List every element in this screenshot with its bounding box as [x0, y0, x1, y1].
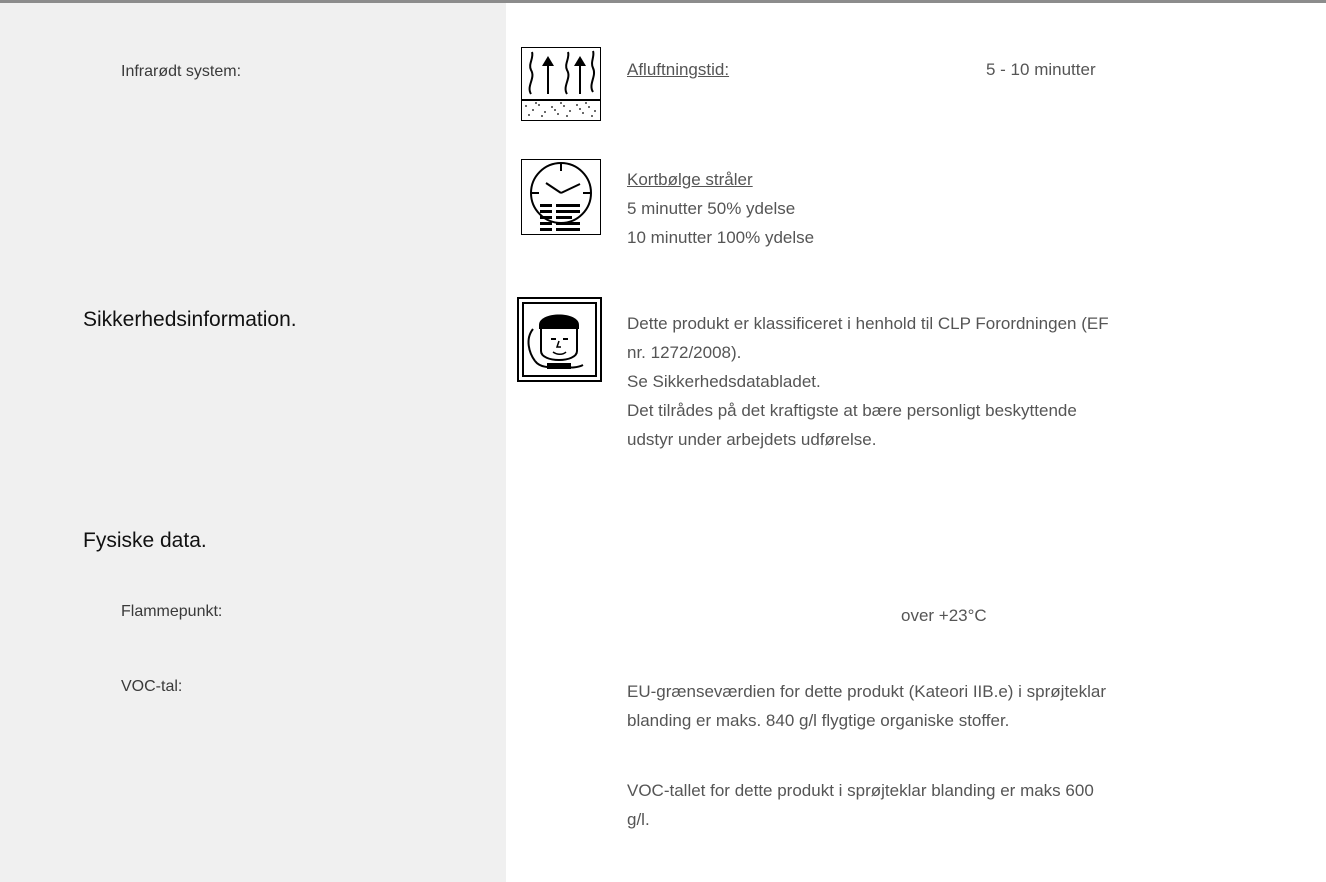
safety-text-line: Det tilrådes på det kraftigste at bære p… [627, 401, 1077, 420]
voc-text-line: blanding er maks. 840 g/l flygtige organ… [627, 711, 1010, 730]
flash-off-time-title: Afluftningstid: [627, 60, 730, 79]
flashpoint-value: over +23°C [901, 606, 987, 625]
short-wave-line: 5 minutter 50% ydelse [627, 199, 796, 218]
safety-text-line: nr. 1272/2008). [627, 343, 742, 362]
infrared-system-label: Infrarødt system: [121, 63, 242, 80]
flashpoint-label: Flammepunkt: [121, 603, 223, 620]
short-wave-title: Kortbølge stråler [627, 170, 753, 189]
safety-text-line: Se Sikkerhedsdatabladet. [627, 372, 821, 391]
short-wave-line: 10 minutter 100% ydelse [627, 228, 815, 247]
flash-off-time-value: 5 - 10 minutter [986, 60, 1096, 79]
physical-data-heading: Fysiske data. [83, 529, 207, 552]
infrared-clock-icon [521, 159, 601, 235]
protective-mask-icon [517, 297, 602, 382]
safety-heading: Sikkerhedsinformation. [83, 308, 297, 331]
voc-text-line: VOC-tallet for dette produkt i sprøjtekl… [627, 781, 1094, 800]
label-column [0, 3, 506, 882]
voc-text-line: g/l. [627, 810, 650, 829]
safety-text-line: Dette produkt er klassificeret i henhold… [627, 314, 1109, 333]
flash-off-vapour-icon [521, 47, 601, 121]
voc-text-line: EU-grænseværdien for dette produkt (Kate… [627, 682, 1107, 701]
voc-label: VOC-tal: [121, 678, 183, 695]
safety-text-line: udstyr under arbejdets udførelse. [627, 430, 877, 449]
